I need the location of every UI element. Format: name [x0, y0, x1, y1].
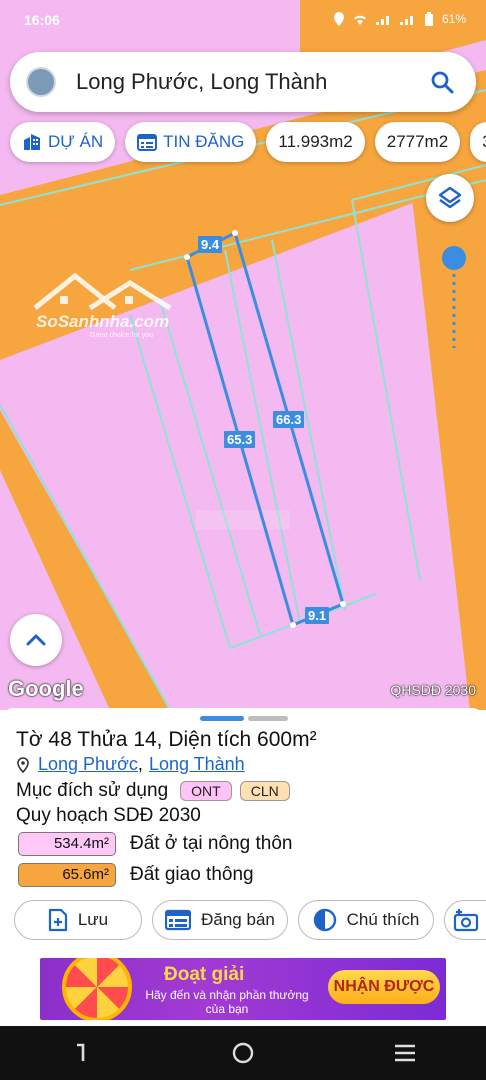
action-row: Lưu Đăng bán Chú thích [14, 900, 486, 940]
save-button-label: Lưu [77, 910, 109, 929]
status-icons: 61% [333, 12, 466, 26]
filter-chip-row: DỰ ÁN TIN ĐĂNG 11.993m2 2777m2 3 [10, 122, 486, 162]
purpose-tag-cln: CLN [239, 781, 290, 801]
signal-icon [375, 16, 389, 25]
dimension-left: 65.3 [224, 431, 256, 448]
banner-subtitle: Hãy đến và nhận phần thưởng của bạn [145, 988, 309, 1016]
add-photo-icon [453, 909, 478, 932]
battery-icon [424, 12, 433, 26]
chip-listings[interactable]: TIN ĐĂNG [125, 122, 257, 162]
area-label-residential: Đất ở tại nông thôn [130, 833, 293, 854]
layers-button[interactable] [426, 174, 474, 222]
planning-label: Quy hoạch SDĐ 2030 [16, 805, 201, 826]
opacity-slider[interactable] [441, 244, 467, 354]
promo-banner[interactable]: Đoạt giải Hãy đến và nhận phần thưởng củ… [40, 958, 446, 1020]
chip-projects[interactable]: DỰ ÁN [10, 122, 116, 162]
back-button[interactable] [61, 1033, 101, 1073]
purpose-tag-ont: ONT [180, 781, 232, 801]
battery-percent: 61% [441, 12, 466, 26]
post-for-sale-button[interactable]: Đăng bán [152, 900, 288, 940]
save-button[interactable]: Lưu [14, 900, 142, 940]
prize-wheel-icon [62, 958, 132, 1020]
back-icon [77, 1043, 85, 1061]
chevron-up-icon [26, 634, 46, 646]
wifi-icon [353, 15, 366, 25]
chip-area-1[interactable]: 11.993m2 [266, 122, 365, 162]
parcel-location: Long Phước , Long Thành [16, 754, 245, 775]
sheet-page-indicator [248, 716, 288, 721]
chip-area-2-label: 2777m2 [386, 132, 449, 151]
parcel-info-sheet[interactable]: Tờ 48 Thửa 14, Diện tích 600m² Long Phướ… [0, 708, 486, 1028]
search-bar[interactable]: Long Phước, Long Thành [10, 52, 476, 112]
search-input[interactable]: Long Phước, Long Thành [76, 69, 430, 95]
dimension-top: 9.4 [198, 236, 223, 253]
sheet-page-indicator-active [200, 716, 244, 721]
location-pin-icon [17, 756, 29, 773]
legend-button[interactable]: Chú thích [298, 900, 434, 940]
chip-projects-label: DỰ ÁN [48, 132, 104, 151]
watermark: SoSanhnha.com Great choice for you [30, 268, 180, 339]
layers-icon [438, 186, 462, 209]
location-icon [333, 12, 344, 26]
recents-icon [395, 1044, 415, 1062]
status-time: 16:06 [24, 12, 60, 28]
location-ward-link[interactable]: Long Phước [38, 754, 138, 775]
location-separator: , [137, 754, 143, 774]
building-icon [24, 134, 40, 150]
banner-claim-button[interactable]: NHẬN ĐƯỢC [328, 970, 440, 1004]
chip-listings-label: TIN ĐĂNG [163, 132, 245, 151]
parcel-title: Tờ 48 Thửa 14, Diện tích 600m² [16, 728, 317, 751]
chip-area-3-label: 3 [482, 132, 486, 152]
banner-title: Đoạt giải [164, 964, 245, 985]
planning-layer-tag: QHSDĐ 2030 [390, 682, 476, 698]
legend-button-label: Chú thích [346, 910, 420, 929]
add-document-icon [48, 908, 67, 932]
watermark-text: SoSanhnha.com [36, 312, 170, 331]
sheet-drag-handle[interactable] [200, 716, 288, 721]
dimension-bottom: 9.1 [305, 607, 330, 624]
area-label-traffic: Đất giao thông [130, 864, 254, 885]
google-logo: Google [8, 676, 84, 701]
area-value-residential: 534.4m² [18, 832, 116, 856]
land-use-purpose: Mục đích sử dụng ONT CLN [16, 780, 290, 802]
contrast-icon [313, 908, 336, 932]
home-button[interactable] [223, 1033, 263, 1073]
home-circle-icon [232, 1042, 254, 1064]
watermark-subtitle: Great choice for you [90, 332, 154, 339]
area-value-traffic: 65.6m² [18, 863, 116, 887]
calendar-list-icon [137, 134, 158, 151]
search-icon[interactable] [430, 70, 454, 94]
status-bar: 16:06 61% [0, 0, 486, 40]
chip-area-1-label: 11.993m2 [278, 132, 353, 151]
camera-button[interactable] [444, 900, 486, 940]
avatar[interactable] [26, 67, 56, 97]
listing-icon [165, 909, 192, 931]
expand-sheet-button[interactable] [10, 614, 62, 666]
chip-area-3[interactable]: 3 [470, 122, 486, 162]
system-nav-bar [0, 1026, 486, 1080]
chip-area-2[interactable]: 2777m2 [374, 122, 461, 162]
post-for-sale-label: Đăng bán [201, 910, 275, 929]
dimension-right: 66.3 [273, 411, 305, 428]
location-district-link[interactable]: Long Thành [149, 754, 245, 775]
area-row-residential: 534.4m² Đất ở tại nông thôn [18, 832, 292, 856]
area-row-traffic: 65.6m² Đất giao thông [18, 863, 254, 887]
recents-button[interactable] [385, 1033, 425, 1073]
signal-icon-2 [399, 16, 413, 25]
purpose-label: Mục đích sử dụng [16, 780, 169, 801]
